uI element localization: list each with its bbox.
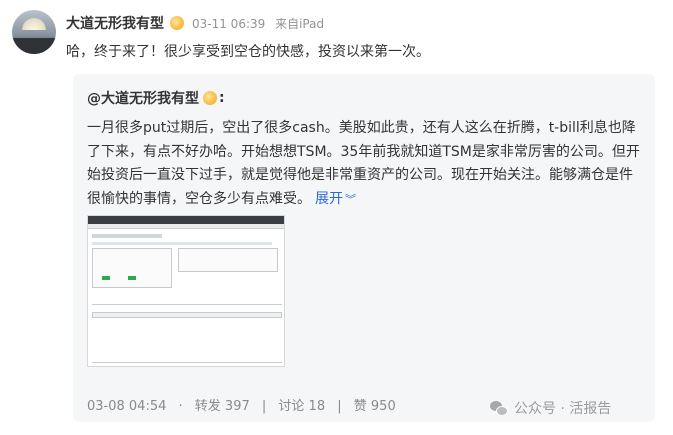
post-date[interactable]: 03-11 06:39	[192, 17, 265, 31]
thumb-table-header	[92, 312, 282, 318]
expand-link[interactable]: 展开 ︾	[315, 191, 356, 207]
avatar[interactable]	[12, 10, 56, 54]
screenshot-thumbnail[interactable]	[87, 215, 285, 367]
quoted-colon: :	[219, 90, 225, 106]
quoted-text-block: 一月很多put过期后，空出了很多cash。美股如此贵，还有人这么在折腾，t-bi…	[87, 117, 643, 211]
quoted-footer: 03-08 04:54 · 转发 397 | 讨论 18 | 赞 950	[87, 395, 404, 414]
post-meta: 03-11 06:39 来自iPad	[192, 15, 330, 32]
thumb-urlbar	[88, 224, 284, 229]
avatar-sun	[22, 18, 46, 30]
comment-count[interactable]: 讨论 18	[278, 399, 325, 414]
thumb-divider	[92, 362, 282, 363]
vip-badge-icon	[170, 16, 184, 30]
watermark: 公众号 · 活报告	[490, 398, 611, 418]
watermark-text: 公众号 · 活报告	[514, 401, 612, 417]
chevron-down-icon: ︾	[345, 192, 356, 206]
thumb-titlebar	[88, 216, 284, 224]
separator: |	[337, 399, 342, 414]
vip-badge-icon	[203, 91, 217, 105]
thumb-header-line	[92, 234, 162, 238]
post-source: 来自iPad	[275, 16, 325, 31]
thumb-order-form	[92, 248, 172, 288]
thumb-quote-panel	[178, 248, 278, 272]
quoted-post[interactable]: @大道无形我有型 : 一月很多put过期后，空出了很多cash。美股如此贵，还有…	[73, 74, 655, 422]
separator: |	[261, 399, 267, 414]
quoted-author[interactable]: @大道无形我有型	[87, 88, 199, 108]
quoted-date[interactable]: 03-08 04:54	[87, 399, 166, 414]
wechat-icon	[490, 400, 508, 416]
quoted-author-line: @大道无形我有型 :	[87, 88, 225, 108]
like-count[interactable]: 赞 950	[354, 399, 396, 414]
post-text: 哈，终于来了！很少享受到空仓的快感，投资以来第一次。	[66, 44, 430, 60]
thumb-divider	[92, 304, 282, 305]
author-name[interactable]: 大道无形我有型	[66, 13, 164, 33]
quoted-text: 一月很多put过期后，空出了很多cash。美股如此贵，还有人这么在折腾，t-bi…	[87, 120, 640, 207]
thumb-info-line	[92, 242, 272, 245]
thumb-green-button	[102, 276, 110, 280]
post-header: 大道无形我有型 03-11 06:39 来自iPad	[66, 13, 330, 33]
repost-count[interactable]: 转发 397	[195, 399, 250, 414]
avatar-ground	[12, 38, 56, 54]
separator: ·	[178, 399, 183, 414]
expand-label: 展开	[315, 190, 343, 207]
thumb-green-button	[128, 276, 136, 280]
